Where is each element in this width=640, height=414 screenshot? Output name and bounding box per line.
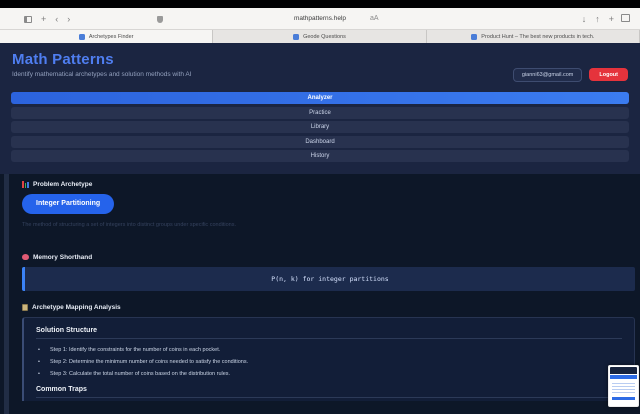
- memory-code-block: P(n, k) for integer partitions: [22, 267, 635, 291]
- tab-archetypes-finder[interactable]: Archetypes Finder: [0, 30, 213, 43]
- share-icon[interactable]: ↑: [595, 15, 600, 24]
- nav-history[interactable]: History: [11, 150, 629, 162]
- tab-favicon: [79, 34, 85, 40]
- analysis-panel: Solution Structure Step 1: Identify the …: [22, 317, 635, 401]
- problem-archetype-section: Problem Archetype Integer Partitioning T…: [22, 181, 635, 228]
- tab-product-hunt[interactable]: Product Hunt – The best new products in …: [427, 30, 640, 43]
- browser-toolbar: + ‹ › mathpatterns.help aA ↓ ↑ +: [0, 8, 640, 30]
- tab-label: Archetypes Finder: [89, 34, 134, 40]
- archetype-badge[interactable]: Integer Partitioning: [22, 194, 114, 214]
- tab-label: Geode Questions: [303, 34, 346, 40]
- mini-window-titlebar: [610, 367, 637, 374]
- solution-steps-list: Step 1: Identify the constraints for the…: [36, 344, 622, 380]
- content-area: Problem Archetype Integer Partitioning T…: [0, 174, 640, 414]
- tab-favicon: [471, 34, 477, 40]
- mini-window-thumbnail[interactable]: [608, 365, 639, 407]
- tab-label: Product Hunt – The best new products in …: [481, 34, 594, 40]
- bar-chart-icon: [22, 181, 29, 188]
- page-subtitle: Identify mathematical archetypes and sol…: [12, 71, 192, 78]
- mini-window-body: [610, 379, 637, 404]
- clipboard-icon: [22, 304, 28, 311]
- section-title: Problem Archetype: [33, 181, 92, 188]
- downloads-icon[interactable]: ↓: [582, 15, 587, 24]
- analysis-section: Archetype Mapping Analysis Solution Stru…: [22, 304, 635, 401]
- memory-shorthand-section: Memory Shorthand P(n, k) for integer par…: [22, 254, 635, 291]
- tab-bar: Archetypes Finder Geode Questions Produc…: [0, 30, 640, 43]
- address-bar[interactable]: mathpatterns.help: [0, 8, 640, 30]
- nav-practice[interactable]: Practice: [11, 107, 629, 119]
- page-title: Math Patterns: [12, 51, 192, 68]
- nav-library[interactable]: Library: [11, 121, 629, 133]
- common-traps-heading: Common Traps: [36, 386, 622, 393]
- divider: [36, 338, 622, 339]
- reader-options-icon[interactable]: aA: [370, 8, 379, 30]
- nav-dashboard[interactable]: Dashboard: [11, 136, 629, 148]
- tab-favicon: [293, 34, 299, 40]
- archetype-description: The method of structuring a set of integ…: [22, 222, 635, 228]
- logout-button[interactable]: Logout: [589, 68, 628, 81]
- solution-step: Step 3: Calculate the total number of co…: [36, 368, 622, 380]
- main-nav: Analyzer Practice Library Dashboard Hist…: [0, 90, 640, 174]
- section-title: Archetype Mapping Analysis: [32, 304, 121, 311]
- nav-analyzer[interactable]: Analyzer: [11, 92, 629, 104]
- brain-icon: [22, 254, 29, 260]
- divider: [36, 397, 622, 398]
- user-email-chip: gianni63@gmail.com: [513, 68, 582, 82]
- left-gutter: [4, 174, 9, 414]
- solution-structure-heading: Solution Structure: [36, 327, 622, 334]
- screen: + ‹ › mathpatterns.help aA ↓ ↑ + Archety…: [0, 0, 640, 414]
- tab-overview-icon[interactable]: [623, 16, 630, 22]
- math-patterns-app: Math Patterns Identify mathematical arch…: [0, 43, 640, 414]
- solution-step: Step 1: Identify the constraints for the…: [36, 344, 622, 356]
- solution-step: Step 2: Determine the minimum number of …: [36, 356, 622, 368]
- app-header: Math Patterns Identify mathematical arch…: [0, 43, 640, 90]
- add-tab-icon[interactable]: +: [609, 15, 614, 24]
- section-title: Memory Shorthand: [33, 254, 92, 261]
- tab-geode-questions[interactable]: Geode Questions: [213, 30, 426, 43]
- menu-bar: [0, 0, 640, 8]
